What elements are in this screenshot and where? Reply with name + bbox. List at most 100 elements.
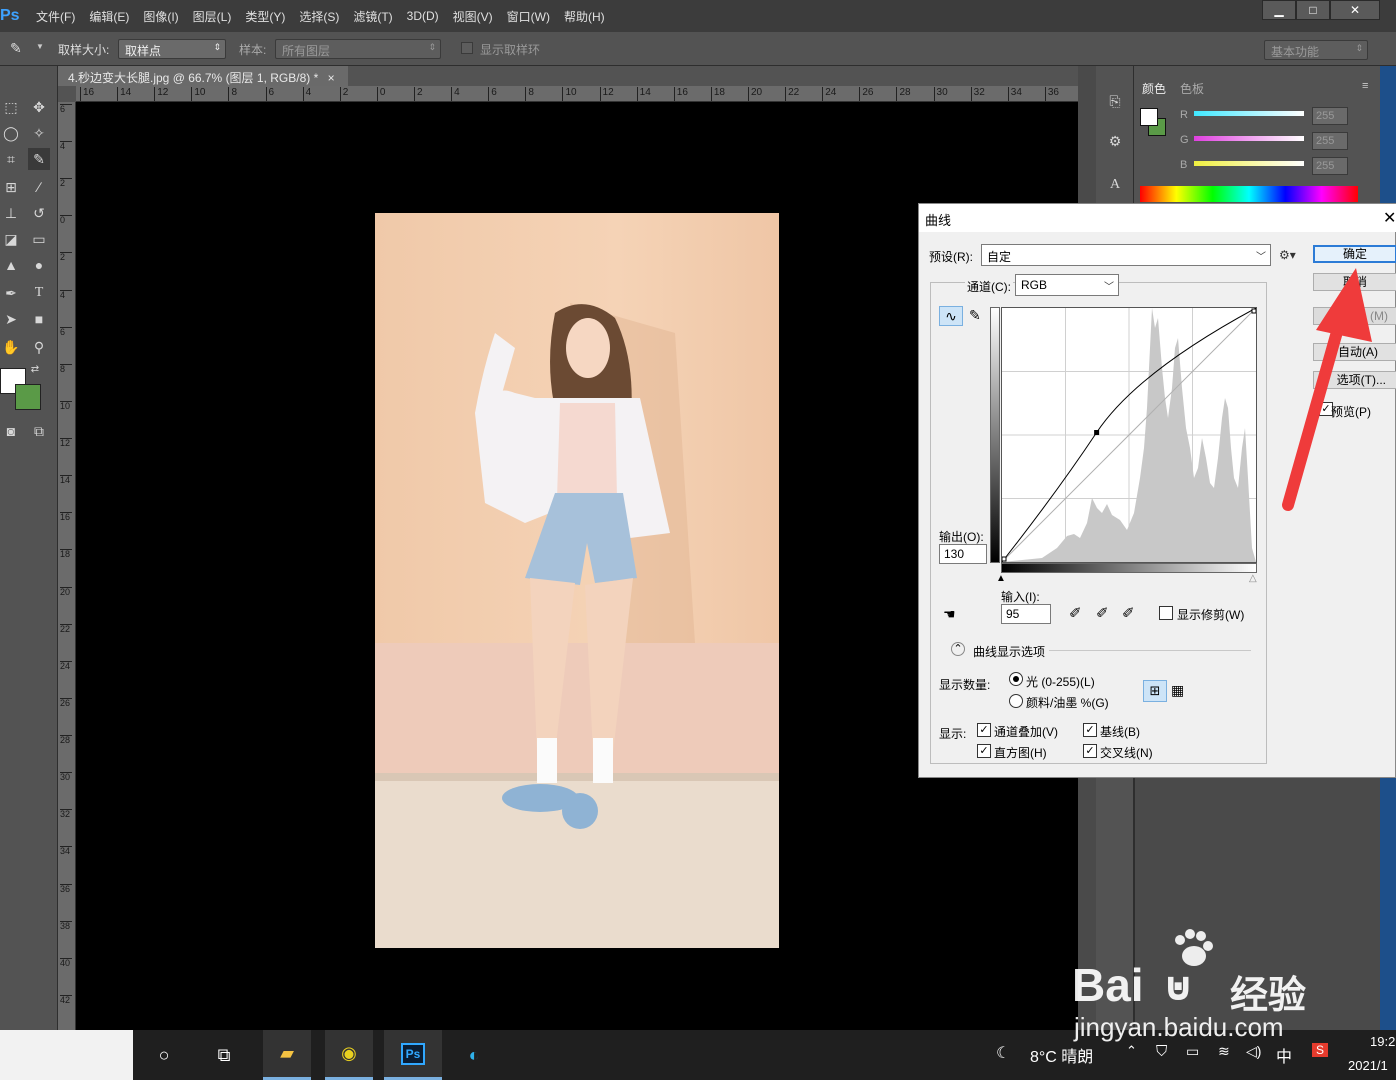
show-ring-checkbox[interactable] — [461, 42, 473, 54]
tab-color[interactable]: 颜色 — [1142, 80, 1166, 97]
marquee-tool-icon[interactable]: ⬚ — [0, 96, 22, 118]
swap-colors-icon[interactable]: ⇄ — [28, 362, 42, 376]
blur-tool-icon[interactable]: ▲ — [0, 254, 22, 276]
clock-time[interactable]: 19:2 — [1370, 1034, 1395, 1049]
screen-mode-icon[interactable]: ⧉ — [28, 420, 50, 442]
document-tab[interactable]: 4.秒边变大长腿.jpg @ 66.7% (图层 1, RGB/8) * × — [58, 66, 348, 86]
taskbar-search-box[interactable] — [0, 1030, 133, 1080]
menu-image[interactable]: 图像(I) — [143, 8, 178, 25]
move-tool-icon[interactable]: ✥ — [28, 96, 50, 118]
clock-date[interactable]: 2021/1 — [1348, 1058, 1388, 1073]
eyedropper-icon[interactable]: ✎ — [10, 40, 22, 57]
pencil-tool-icon[interactable]: ✎ — [969, 307, 981, 324]
brush-tool-icon[interactable]: ∕ — [28, 176, 50, 198]
menu-3d[interactable]: 3D(D) — [407, 9, 439, 23]
g-value[interactable]: 255 — [1312, 132, 1348, 150]
menu-edit[interactable]: 编辑(E) — [89, 8, 129, 25]
menu-select[interactable]: 选择(S) — [299, 8, 339, 25]
white-eyedropper-icon[interactable]: ✐ — [1122, 604, 1135, 622]
sogou-ime-icon[interactable]: S — [1312, 1043, 1329, 1057]
input-field[interactable]: 95 — [1001, 604, 1051, 624]
menu-help[interactable]: 帮助(H) — [564, 8, 605, 25]
maximize-button[interactable]: □ — [1296, 0, 1330, 20]
file-explorer-icon[interactable]: ▰ — [263, 1030, 311, 1080]
sample-size-select[interactable]: 取样点 ⇕ — [118, 39, 226, 59]
intersection-checkbox[interactable]: ✓ — [1083, 744, 1097, 758]
properties-panel-icon[interactable]: ⚙ — [1104, 130, 1126, 152]
task-view-icon[interactable]: ⧉ — [200, 1030, 248, 1080]
character-panel-icon[interactable]: A — [1104, 174, 1126, 196]
hand-tool-icon[interactable]: ✋ — [0, 336, 22, 358]
chevron-up-icon[interactable]: ⌃ — [1126, 1043, 1137, 1059]
white-point-slider-icon[interactable]: △ — [1249, 573, 1257, 584]
shield-icon[interactable]: ⛉ — [1156, 1043, 1167, 1060]
weather-text[interactable]: 8°C 晴朗 — [1030, 1043, 1093, 1067]
b-value[interactable]: 255 — [1312, 157, 1348, 175]
targeted-adjust-icon[interactable]: ☚ — [943, 606, 956, 623]
menu-view[interactable]: 视图(V) — [453, 8, 493, 25]
chevron-down-icon[interactable]: ▼ — [36, 42, 44, 51]
black-point-slider-icon[interactable]: ▲ — [996, 573, 1006, 584]
path-select-icon[interactable]: ➤ — [0, 308, 22, 330]
sample-select[interactable]: 所有图层 ⇕ — [275, 39, 441, 59]
curve-point-tool-icon[interactable]: ∿ — [939, 306, 963, 326]
channel-overlay-checkbox[interactable]: ✓ — [977, 723, 991, 737]
healing-tool-icon[interactable]: ⊞ — [0, 176, 22, 198]
workspace-select[interactable]: 基本功能 ⇕ — [1264, 40, 1368, 60]
grid-detailed-icon[interactable]: ▦ — [1171, 682, 1184, 699]
radio-light[interactable] — [1009, 672, 1023, 686]
quick-mask-icon[interactable]: ◙ — [0, 420, 22, 442]
baseline-checkbox[interactable]: ✓ — [1083, 723, 1097, 737]
pen-tool-icon[interactable]: ✒ — [0, 282, 22, 304]
preset-select[interactable]: 自定 ﹀ — [981, 244, 1271, 266]
lasso-tool-icon[interactable]: ◯ — [0, 122, 22, 144]
dialog-close-icon[interactable]: ✕ — [1383, 208, 1396, 228]
wifi-icon[interactable]: ≋ — [1218, 1043, 1230, 1060]
menu-layer[interactable]: 图层(L) — [193, 8, 232, 25]
tab-swatches[interactable]: 色板 — [1180, 80, 1204, 97]
history-panel-icon[interactable]: ⎘ — [1104, 90, 1126, 112]
type-tool-icon[interactable]: T — [28, 282, 50, 304]
panel-menu-icon[interactable]: ≡ — [1362, 80, 1368, 92]
show-clipping-checkbox[interactable] — [1159, 606, 1173, 620]
quick-select-tool-icon[interactable]: ✧ — [28, 122, 50, 144]
curve-graph[interactable] — [1001, 307, 1257, 563]
edge-browser-icon[interactable]: ◐ — [450, 1030, 498, 1080]
gradient-tool-icon[interactable]: ▭ — [28, 228, 50, 250]
menu-window[interactable]: 窗口(W) — [507, 8, 550, 25]
shape-tool-icon[interactable]: ■ — [28, 308, 50, 330]
black-eyedropper-icon[interactable]: ✐ — [1069, 604, 1082, 622]
zoom-tool-icon[interactable]: ⚲ — [28, 336, 50, 358]
close-tab-icon[interactable]: × — [328, 71, 335, 85]
eyedropper-tool-icon[interactable]: ✎ — [28, 148, 50, 170]
crop-tool-icon[interactable]: ⌗ — [0, 148, 22, 170]
g-slider[interactable] — [1194, 136, 1304, 141]
dodge-tool-icon[interactable]: ● — [28, 254, 50, 276]
background-color-swatch[interactable] — [15, 384, 41, 410]
battery-icon[interactable]: ▭ — [1186, 1043, 1199, 1060]
history-brush-icon[interactable]: ↺ — [28, 202, 50, 224]
channel-select[interactable]: RGB ﹀ — [1015, 274, 1119, 296]
menu-file[interactable]: 文件(F) — [36, 8, 75, 25]
close-button[interactable]: ✕ — [1330, 0, 1380, 20]
ime-indicator[interactable]: 中 — [1276, 1043, 1292, 1067]
gray-eyedropper-icon[interactable]: ✐ — [1096, 604, 1109, 622]
menu-type[interactable]: 类型(Y) — [245, 8, 285, 25]
stamp-tool-icon[interactable]: ⊥ — [0, 202, 22, 224]
menu-filter[interactable]: 滤镜(T) — [353, 8, 392, 25]
photoshop-taskbar-icon[interactable]: Ps — [384, 1030, 442, 1080]
minimize-button[interactable]: ▁ — [1262, 0, 1296, 20]
output-field[interactable]: 130 — [939, 544, 987, 564]
r-slider[interactable] — [1194, 111, 1304, 116]
radio-pigment[interactable] — [1009, 694, 1023, 708]
eraser-tool-icon[interactable]: ◪ — [0, 228, 22, 250]
b-slider[interactable] — [1194, 161, 1304, 166]
cortana-icon[interactable]: ○ — [140, 1030, 188, 1080]
collapse-options-icon[interactable]: ⌃ — [951, 642, 965, 656]
fg-swatch[interactable] — [1140, 108, 1158, 126]
volume-icon[interactable]: ◁) — [1246, 1043, 1261, 1060]
color-spectrum[interactable] — [1140, 186, 1358, 202]
grid-simple-icon[interactable]: ⊞ — [1143, 680, 1167, 702]
histogram-checkbox[interactable]: ✓ — [977, 744, 991, 758]
app-icon[interactable]: ◉ — [325, 1030, 373, 1080]
